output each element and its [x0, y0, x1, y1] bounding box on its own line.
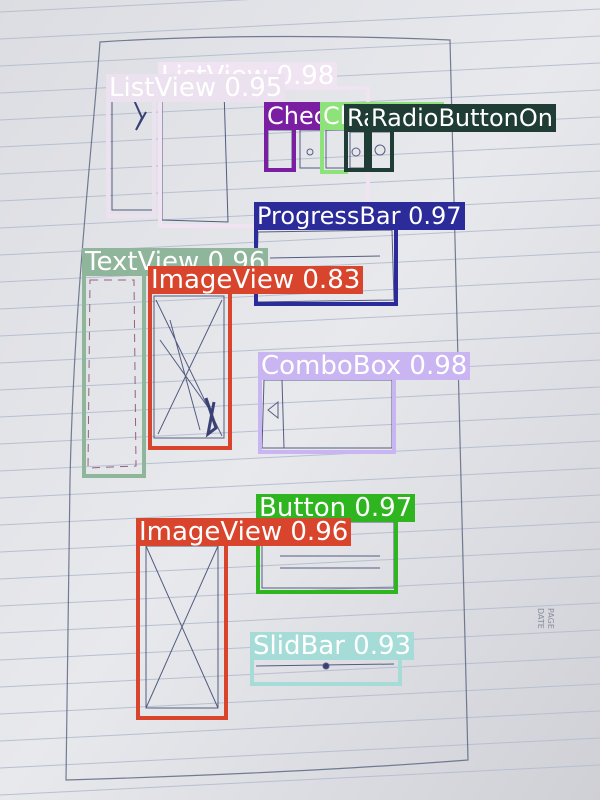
detection-box: CheckBox — [264, 102, 389, 172]
detection-box: ImageView 0.96 — [136, 518, 352, 720]
page-date-stamp: PAGE DATE — [536, 608, 555, 629]
detection-box: ComboBox 0.98 — [258, 352, 471, 454]
detection-label: ImageView 0.83 — [148, 266, 364, 294]
detection-label: ProgressBar 0.97 — [254, 202, 465, 230]
detection-box: RadioButtonOn 0 — [344, 104, 555, 172]
detection-label: SlidBar 0.93 — [250, 632, 415, 660]
detection-box: RadioButtonOn — [368, 104, 556, 172]
date-stamp-text: DATE — [536, 608, 545, 629]
detection-label: ListView 0.95 — [106, 74, 286, 102]
detection-box: ImageView 0.83 — [148, 266, 364, 450]
annotated-photo: PAGE DATE ListView 0.98ListView 0.95Chec… — [0, 0, 600, 800]
detection-box: TextView 0.96 — [82, 248, 269, 478]
detection-label: RadioButtonOn — [368, 104, 556, 132]
detection-box: ListView 0.95 — [106, 74, 286, 218]
detection-label: ComboBox 0.98 — [258, 352, 471, 380]
page-stamp-text: PAGE — [546, 608, 555, 629]
detection-box: SlidBar 0.93 — [250, 632, 415, 686]
detection-label: ImageView 0.96 — [136, 518, 352, 546]
